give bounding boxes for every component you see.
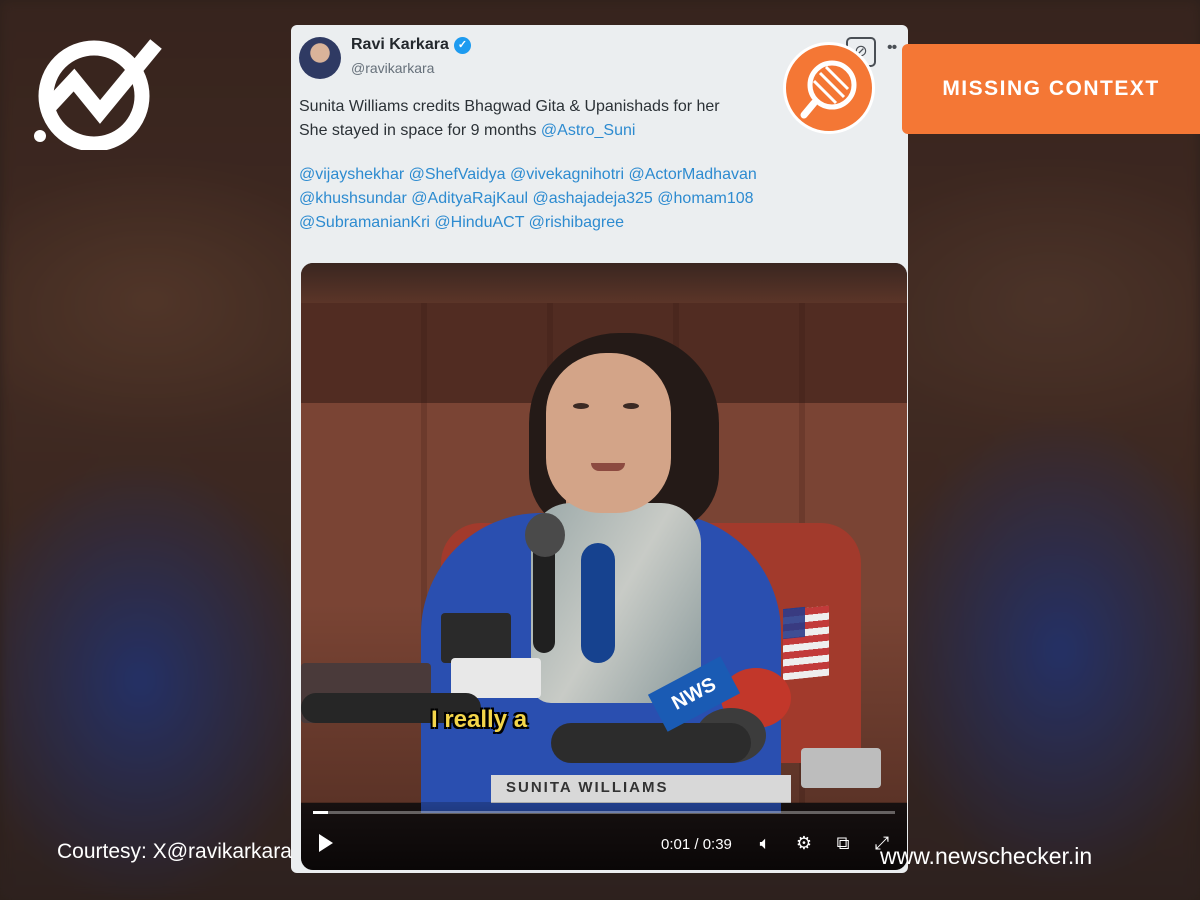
video-time: 0:01 / 0:39 [661, 836, 732, 853]
embedded-video-player[interactable]: NWS I really a SUNITA WILLIAMS 0:01 / 0:… [301, 263, 907, 870]
video-top-wall [301, 263, 907, 303]
author-name[interactable]: Ravi Karkara [351, 36, 449, 54]
speaker-eye-right [623, 403, 639, 409]
verdict-badge: MISSING CONTEXT [902, 44, 1200, 134]
settings-icon[interactable]: ⚙ [792, 831, 816, 855]
speaker-mouth [591, 463, 625, 471]
video-progress-fill [313, 811, 328, 814]
microphone-head [525, 513, 565, 557]
speaker-face [546, 353, 671, 513]
speaker-eye-left [573, 403, 589, 409]
mention-line-3[interactable]: @SubramanianKri @HinduACT @rishibagree [299, 211, 899, 235]
video-progress-track[interactable] [313, 811, 895, 814]
microphone-white-box [451, 658, 541, 698]
mention-line-2[interactable]: @khushsundar @AdityaRajKaul @ashajadeja3… [299, 187, 899, 211]
fact-check-stamp-icon [783, 42, 875, 134]
microphone-white-box [801, 748, 881, 788]
tweet-card: Ravi Karkara ✓ @ravikarkara ⊘ •• Sunita … [291, 25, 908, 873]
author-handle[interactable]: @ravikarkara [351, 60, 434, 76]
microphone [551, 723, 751, 763]
mention-line-1[interactable]: @vijayshekhar @ShefVaidya @vivekagnihotr… [299, 163, 899, 187]
play-icon[interactable] [319, 834, 333, 852]
courtesy-credit: Courtesy: X@ravikarkara [57, 840, 292, 863]
mention-link[interactable]: @Astro_Suni [541, 122, 636, 139]
microphone-box [441, 613, 511, 663]
volume-icon[interactable]: 🔈︎ [753, 831, 777, 855]
author-avatar[interactable] [299, 37, 341, 79]
picture-in-picture-icon[interactable]: ⧉ [831, 831, 855, 855]
site-url: www.newschecker.in [880, 843, 1093, 869]
more-options-icon[interactable]: •• [887, 39, 897, 57]
name-placard-text: SUNITA WILLIAMS [506, 779, 669, 796]
microphone [581, 543, 615, 663]
video-subtitle: I really a [431, 706, 528, 733]
newschecker-logo-icon [34, 39, 162, 150]
verified-badge-icon: ✓ [454, 37, 471, 54]
